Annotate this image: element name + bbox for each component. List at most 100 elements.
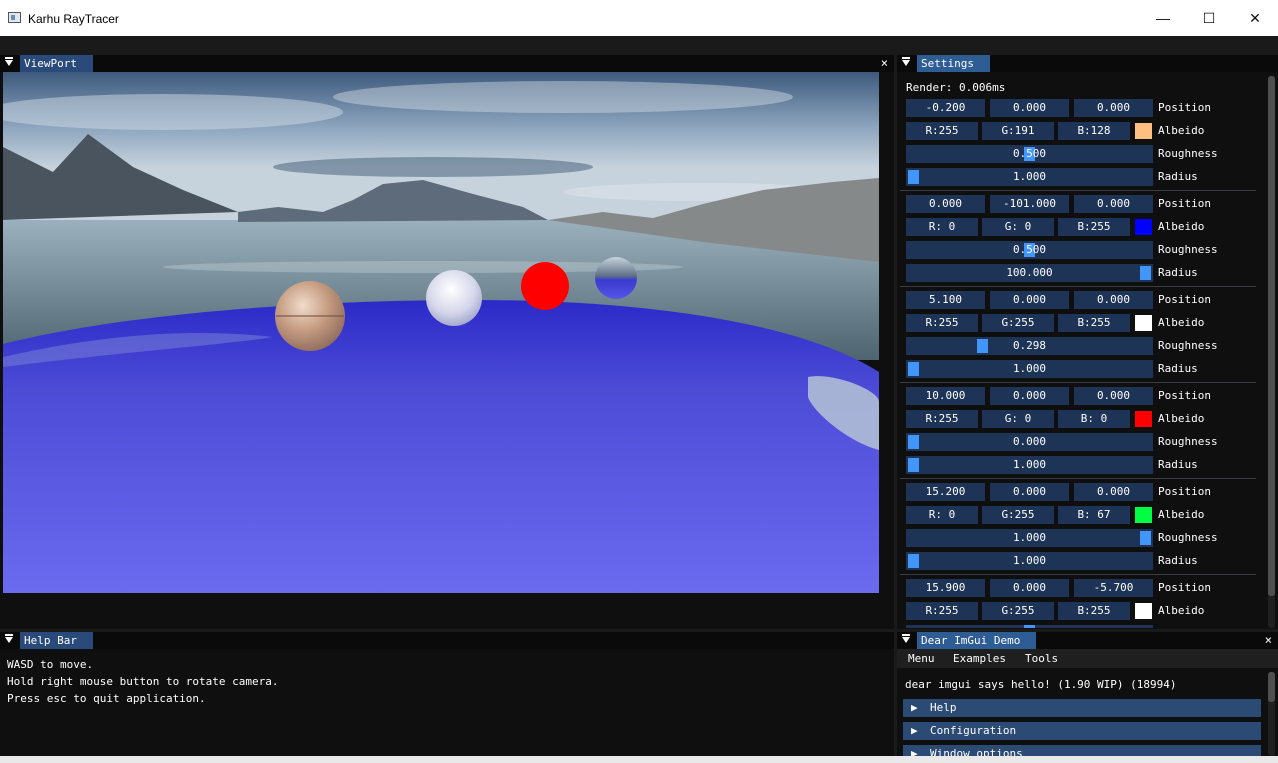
albedo-channel-field[interactable]: R:255: [906, 314, 978, 332]
albedo-channel-field[interactable]: G:255: [982, 506, 1054, 524]
albedo-row: R:255 G:191 B:128 Albeido: [906, 122, 1246, 140]
albedo-color-swatch[interactable]: [1135, 507, 1152, 523]
albedo-channel-field[interactable]: G: 0: [982, 410, 1054, 428]
albedo-color-swatch[interactable]: [1135, 411, 1152, 427]
position-row: -0.200 0.000 0.000 Position: [906, 99, 1246, 117]
albedo-channel-field[interactable]: B: 67: [1058, 506, 1130, 524]
collapse-arrow-icon[interactable]: [902, 57, 910, 66]
header-configuration[interactable]: ▶ Configuration: [903, 722, 1261, 740]
albedo-channel-field[interactable]: G:255: [982, 314, 1054, 332]
albedo-channel-field[interactable]: B: 0: [1058, 410, 1130, 428]
roughness-slider[interactable]: 1.000: [906, 529, 1153, 547]
roughness-slider[interactable]: [906, 625, 1153, 628]
albedo-color-swatch[interactable]: [1135, 123, 1152, 139]
demo-scrollbar-thumb[interactable]: [1268, 672, 1275, 702]
radius-slider[interactable]: 1.000: [906, 360, 1153, 378]
radius-slider[interactable]: 1.000: [906, 168, 1153, 186]
albedo-channel-field[interactable]: R:255: [906, 602, 978, 620]
settings-scrollbar-thumb[interactable]: [1268, 76, 1275, 596]
position-field[interactable]: 0.000: [990, 483, 1069, 501]
position-field[interactable]: 0.000: [990, 579, 1069, 597]
position-field[interactable]: 0.000: [1074, 291, 1153, 309]
position-row: 0.000 -101.000 0.000 Position: [906, 195, 1246, 213]
position-field[interactable]: -101.000: [990, 195, 1069, 213]
albedo-row: R: 0 G: 0 B:255 Albeido: [906, 218, 1246, 236]
albedo-channel-field[interactable]: G:191: [982, 122, 1054, 140]
albedo-label: Albeido: [1158, 316, 1205, 329]
radius-slider[interactable]: 100.000: [906, 264, 1153, 282]
radius-label: Radius: [1158, 170, 1198, 183]
position-field[interactable]: -0.200: [906, 99, 985, 117]
menu-item-menu[interactable]: Menu: [908, 651, 935, 666]
position-field[interactable]: 0.000: [906, 195, 985, 213]
slider-grab[interactable]: [1024, 625, 1035, 628]
albedo-color-swatch[interactable]: [1135, 603, 1152, 619]
radius-slider[interactable]: 1.000: [906, 456, 1153, 474]
position-field[interactable]: 0.000: [990, 291, 1069, 309]
roughness-slider[interactable]: 0.298: [906, 337, 1153, 355]
maximize-button[interactable]: ☐: [1186, 0, 1232, 36]
menu-item-tools[interactable]: Tools: [1025, 651, 1058, 666]
position-field[interactable]: 0.000: [1074, 387, 1153, 405]
roughness-slider[interactable]: 0.500: [906, 145, 1153, 163]
render-canvas[interactable]: [3, 72, 879, 593]
help-line: WASD to move.: [7, 658, 94, 671]
roughness-slider[interactable]: 0.500: [906, 241, 1153, 259]
settings-body[interactable]: Render: 0.006ms -0.200 0.000 0.000 Position…: [897, 72, 1278, 629]
collapsed-arrow-icon: ▶: [911, 747, 918, 756]
albedo-channel-field[interactable]: R: 0: [906, 506, 978, 524]
close-window-button[interactable]: ✕: [1232, 0, 1278, 36]
position-field[interactable]: 0.000: [1074, 99, 1153, 117]
roughness-slider[interactable]: 0.000: [906, 433, 1153, 451]
albedo-channel-field[interactable]: R: 0: [906, 218, 978, 236]
raytraced-viewport[interactable]: [3, 72, 879, 593]
albedo-channel-field[interactable]: B:128: [1058, 122, 1130, 140]
position-field[interactable]: 15.900: [906, 579, 985, 597]
position-field[interactable]: 0.000: [1074, 483, 1153, 501]
position-row: 10.000 0.000 0.000 Position: [906, 387, 1246, 405]
close-demo-button[interactable]: ×: [1265, 632, 1272, 649]
app-icon: [8, 12, 21, 23]
position-field[interactable]: 0.000: [990, 387, 1069, 405]
position-field[interactable]: 15.200: [906, 483, 985, 501]
sphere-separator: [900, 382, 1256, 383]
collapse-arrow-icon[interactable]: [5, 57, 13, 66]
settings-header: Settings: [897, 55, 1278, 72]
position-field[interactable]: 0.000: [1074, 195, 1153, 213]
albedo-channel-field[interactable]: R:255: [906, 410, 978, 428]
collapse-arrow-icon[interactable]: [5, 634, 13, 643]
settings-scrollbar[interactable]: [1268, 76, 1275, 628]
header-help[interactable]: ▶ Help: [903, 699, 1261, 717]
albedo-channel-field[interactable]: B:255: [1058, 602, 1130, 620]
position-field[interactable]: -5.700: [1074, 579, 1153, 597]
tab-settings[interactable]: Settings: [917, 55, 990, 72]
albedo-channel-field[interactable]: B:255: [1058, 314, 1130, 332]
albedo-channel-field[interactable]: R:255: [906, 122, 978, 140]
albedo-channel-field[interactable]: B:255: [1058, 218, 1130, 236]
collapse-arrow-icon[interactable]: [902, 634, 910, 643]
albedo-channel-field[interactable]: G:255: [982, 602, 1054, 620]
collapsed-arrow-icon: ▶: [911, 701, 918, 714]
minimize-button[interactable]: —: [1140, 0, 1186, 36]
position-field[interactable]: 5.100: [906, 291, 985, 309]
window-title: Karhu RayTracer: [28, 12, 119, 26]
tab-viewport[interactable]: ViewPort: [20, 55, 93, 72]
demo-hello-text: dear imgui says hello! (1.90 WIP) (18994…: [905, 678, 1177, 691]
menu-item-examples[interactable]: Examples: [953, 651, 1006, 666]
position-label: Position: [1158, 293, 1211, 306]
header-window-options[interactable]: ▶ Window options: [903, 745, 1261, 756]
demo-scrollbar[interactable]: [1268, 672, 1275, 756]
albedo-channel-field[interactable]: G: 0: [982, 218, 1054, 236]
albedo-label: Albeido: [1158, 220, 1205, 233]
position-row: 5.100 0.000 0.000 Position: [906, 291, 1246, 309]
position-field[interactable]: 0.000: [990, 99, 1069, 117]
albedo-color-swatch[interactable]: [1135, 315, 1152, 331]
radius-label: Radius: [1158, 362, 1198, 375]
radius-slider[interactable]: 1.000: [906, 552, 1153, 570]
position-field[interactable]: 10.000: [906, 387, 985, 405]
tab-imgui-demo[interactable]: Dear ImGui Demo: [917, 632, 1037, 649]
close-viewport-button[interactable]: ×: [881, 55, 888, 72]
viewport-header: ViewPort ×: [0, 55, 894, 72]
tab-help-bar[interactable]: Help Bar: [20, 632, 93, 649]
albedo-color-swatch[interactable]: [1135, 219, 1152, 235]
